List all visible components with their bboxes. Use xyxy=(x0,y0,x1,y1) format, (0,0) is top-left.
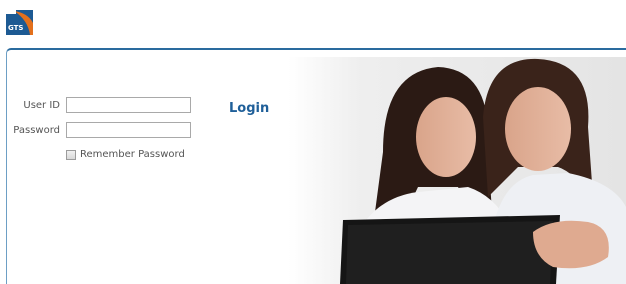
logo-text: GTS xyxy=(8,24,23,32)
remember-password-option[interactable]: Remember Password xyxy=(66,149,185,160)
user-id-label: User ID xyxy=(23,100,60,111)
page-header: GTS xyxy=(0,0,626,46)
gts-logo: GTS xyxy=(6,10,33,35)
hero-photo xyxy=(288,57,626,284)
password-input[interactable] xyxy=(66,122,191,138)
password-label: Password xyxy=(13,125,60,136)
remember-password-checkbox[interactable] xyxy=(66,149,76,160)
login-button[interactable]: Login xyxy=(229,101,269,116)
remember-password-label: Remember Password xyxy=(80,149,185,160)
user-id-input[interactable] xyxy=(66,97,191,113)
